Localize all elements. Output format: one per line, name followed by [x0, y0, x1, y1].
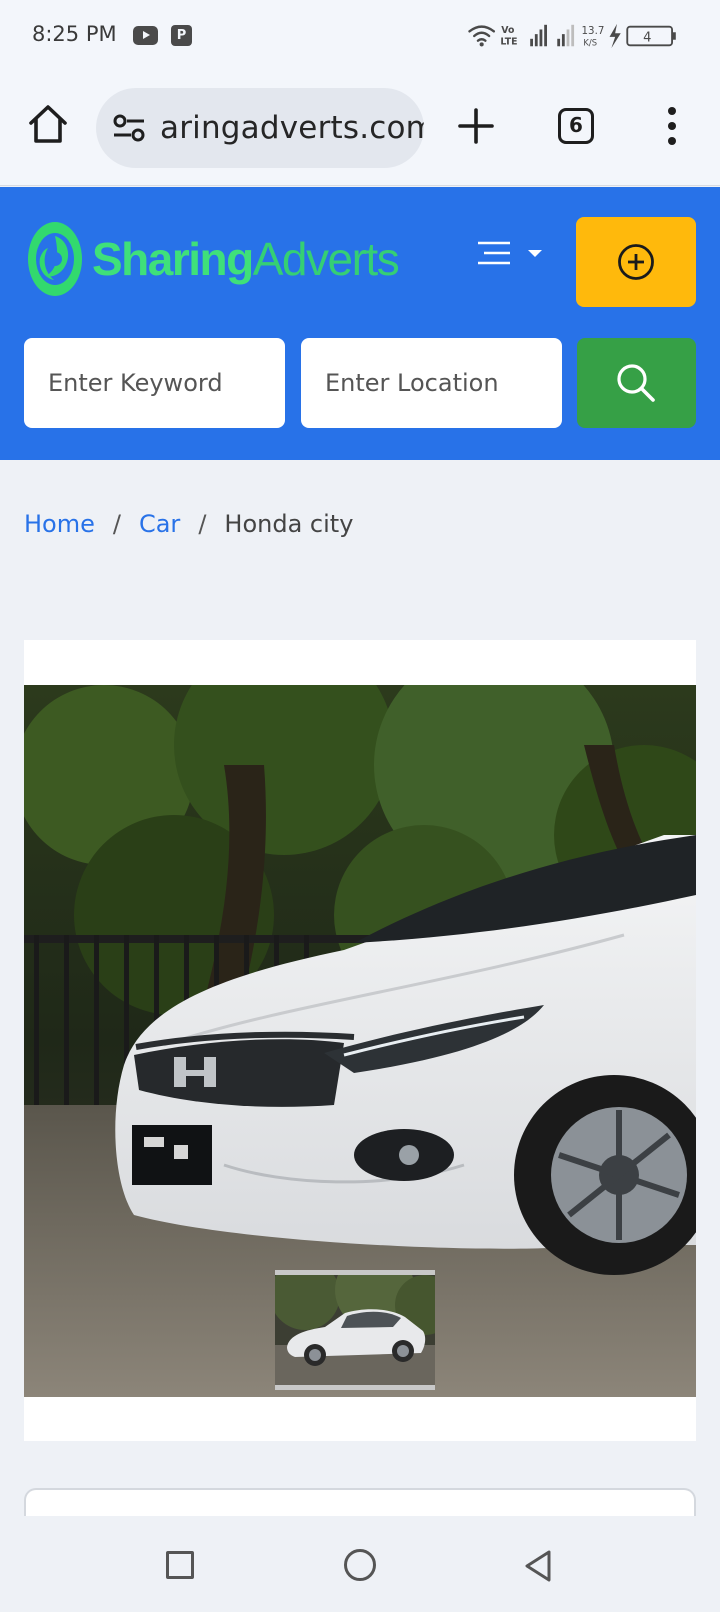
- tab-switcher-button[interactable]: 6: [558, 108, 594, 144]
- site-settings-icon[interactable]: [112, 112, 146, 144]
- logo-icon: [28, 222, 82, 296]
- svg-text:13.7: 13.7: [582, 25, 605, 37]
- breadcrumb-car-link[interactable]: Car: [139, 510, 180, 538]
- svg-text:K/S: K/S: [583, 37, 597, 47]
- nav-menu-toggle-icon[interactable]: [476, 235, 546, 275]
- address-bar[interactable]: aringadverts.com: [96, 88, 424, 168]
- recent-apps-icon[interactable]: [166, 1551, 194, 1579]
- youtube-notification-icon: [133, 26, 158, 45]
- breadcrumb-separator: /: [112, 510, 121, 538]
- plus-circle-icon: [618, 244, 654, 280]
- search-icon: [617, 364, 655, 402]
- home-nav-icon[interactable]: [344, 1549, 376, 1581]
- url-text: aringadverts.com: [160, 110, 424, 146]
- status-time: 8:25 PM: [32, 22, 117, 46]
- car-thumbnail-icon: [275, 1275, 435, 1385]
- search-button[interactable]: [577, 338, 696, 428]
- breadcrumb: Home / Car / Honda city: [24, 510, 353, 538]
- system-nav-bar: [0, 1516, 720, 1612]
- svg-text:4: 4: [643, 31, 651, 46]
- post-ad-button[interactable]: [576, 217, 696, 307]
- status-bar: 8:25 PM P Vo LTE 13.7 K/S 4: [0, 0, 720, 72]
- new-tab-icon[interactable]: [456, 106, 496, 146]
- breadcrumb-home-link[interactable]: Home: [24, 510, 95, 538]
- status-indicators-icon: Vo LTE 13.7 K/S 4: [468, 23, 676, 49]
- breadcrumb-current: Honda city: [224, 510, 354, 538]
- gallery-thumbnail[interactable]: [275, 1270, 435, 1390]
- location-input[interactable]: [301, 338, 562, 428]
- site-header: SharingAdverts: [0, 187, 720, 460]
- keyword-input[interactable]: [24, 338, 285, 428]
- browser-toolbar: aringadverts.com 6: [0, 72, 720, 186]
- back-icon[interactable]: [524, 1549, 552, 1583]
- svg-text:LTE: LTE: [500, 36, 517, 47]
- more-options-icon[interactable]: [662, 106, 682, 146]
- breadcrumb-separator: /: [198, 510, 207, 538]
- logo-text: SharingAdverts: [92, 233, 400, 285]
- home-icon[interactable]: [26, 102, 70, 146]
- app-notification-icon: P: [171, 25, 192, 46]
- volte-label: Vo: [501, 25, 514, 36]
